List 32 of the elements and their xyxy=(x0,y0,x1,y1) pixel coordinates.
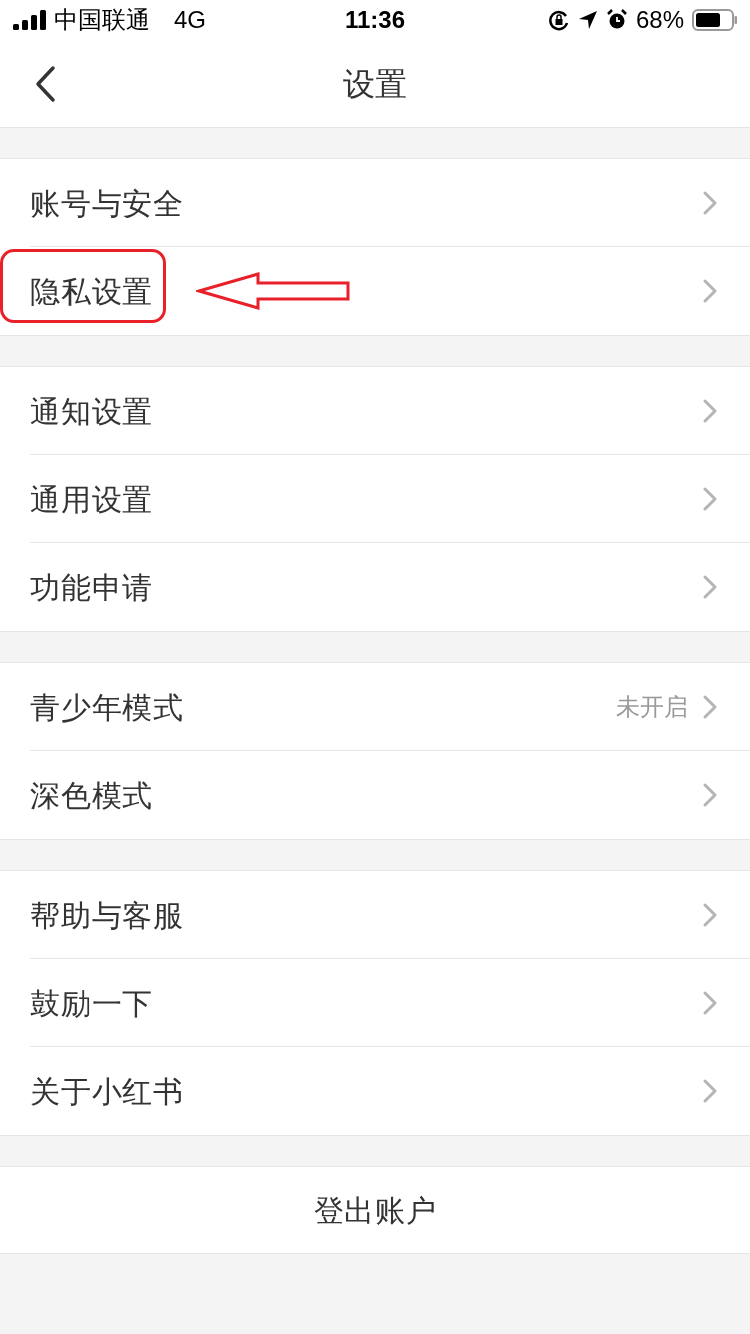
signal-icon xyxy=(12,9,48,31)
row-label: 通知设置 xyxy=(30,393,153,430)
battery-percent: 68% xyxy=(635,5,684,35)
chevron-right-icon xyxy=(702,278,718,304)
chevron-right-icon xyxy=(702,990,718,1016)
status-time: 11:36 xyxy=(344,5,406,35)
row-label: 账号与安全 xyxy=(30,185,184,222)
row-label: 通用设置 xyxy=(30,481,153,518)
rotation-lock-icon xyxy=(547,9,570,31)
row-label: 鼓励一下 xyxy=(30,985,153,1022)
row-label: 深色模式 xyxy=(30,777,153,814)
carrier-name: 中国联通 xyxy=(54,5,150,35)
row-label: 关于小红书 xyxy=(30,1073,184,1110)
row-label: 功能申请 xyxy=(30,569,153,606)
chevron-right-icon xyxy=(702,398,718,424)
battery-icon xyxy=(692,9,738,31)
logout-button[interactable]: 登出账户 xyxy=(0,1166,750,1254)
chevron-right-icon xyxy=(702,486,718,512)
row-label: 帮助与客服 xyxy=(30,897,184,934)
row-label: 隐私设置 xyxy=(30,273,153,310)
chevron-right-icon xyxy=(702,782,718,808)
location-icon xyxy=(577,10,598,30)
chevron-right-icon xyxy=(702,1078,718,1104)
chevron-right-icon xyxy=(702,574,718,600)
chevron-right-icon xyxy=(702,190,718,216)
chevron-right-icon xyxy=(702,902,718,928)
chevron-right-icon xyxy=(702,694,718,720)
page-title: 设置 xyxy=(343,64,407,104)
alarm-icon xyxy=(605,9,628,31)
row-value: 未开启 xyxy=(616,692,688,722)
network-type: 4G xyxy=(174,5,206,35)
row-label: 青少年模式 xyxy=(30,689,184,726)
